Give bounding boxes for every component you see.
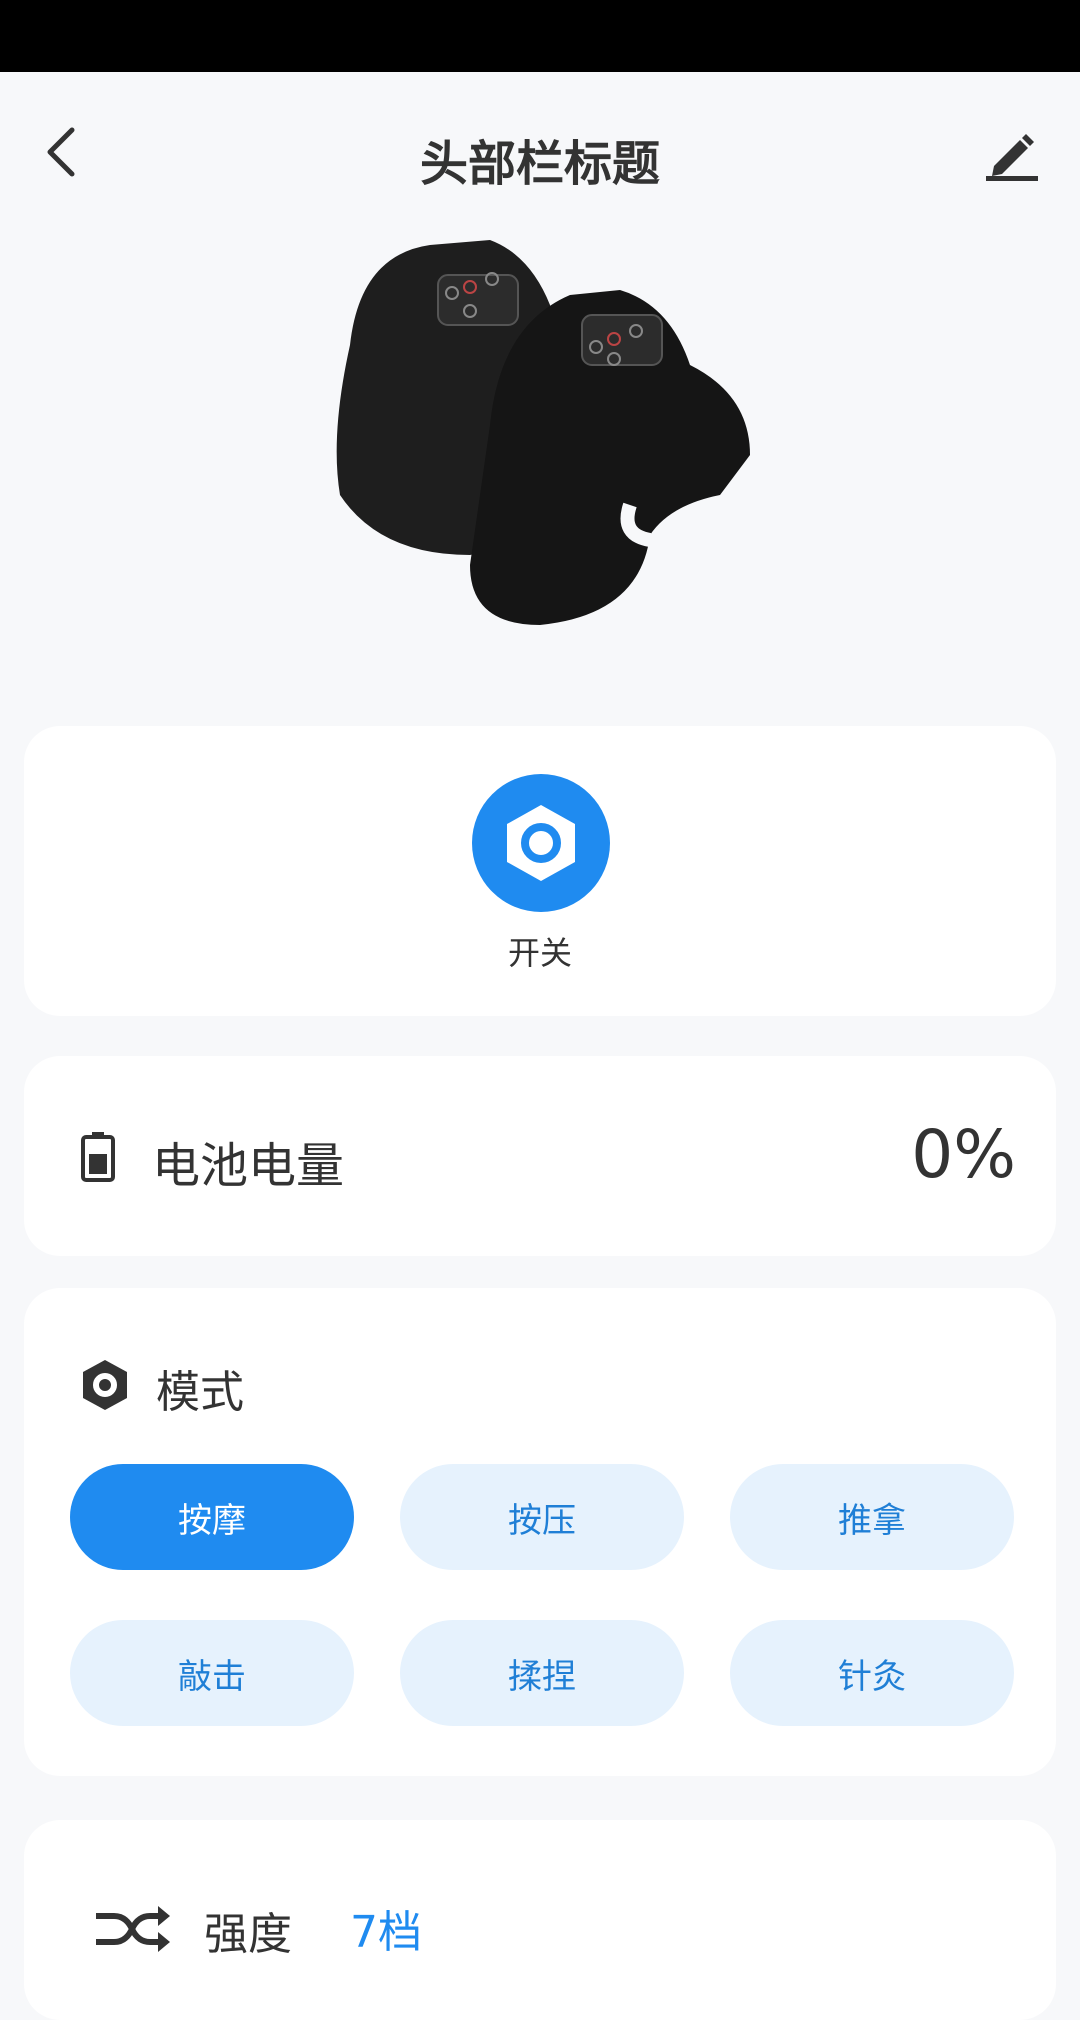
status-bar <box>0 0 1080 72</box>
mode-option-tuina[interactable]: 推拿 <box>730 1464 1014 1570</box>
power-button[interactable] <box>472 774 610 912</box>
strength-label: 强度 <box>204 1909 292 1960</box>
battery-label: 电池电量 <box>152 1138 345 1194</box>
mode-option-press[interactable]: 按压 <box>400 1464 684 1570</box>
strength-value: 7档 <box>350 1907 422 1958</box>
hexagon-power-icon <box>507 805 575 881</box>
mode-option-knead[interactable]: 揉捏 <box>400 1620 684 1726</box>
header-bar: 头部栏标题 <box>0 72 1080 242</box>
battery-icon <box>81 1132 115 1182</box>
mode-card: 模式 按摩 按压 推拿 敲击 揉捏 针灸 <box>24 1288 1056 1776</box>
power-card: 开关 <box>24 726 1056 1016</box>
strength-card[interactable]: 强度 7档 <box>24 1820 1056 2020</box>
power-label: 开关 <box>507 934 572 972</box>
mode-option-acupuncture[interactable]: 针灸 <box>730 1620 1014 1726</box>
pencil-icon <box>986 134 1038 181</box>
knee-massager-image <box>336 240 750 625</box>
battery-card: 电池电量 0% <box>24 1056 1056 1256</box>
page-title: 头部栏标题 <box>419 136 660 192</box>
shuffle-icon <box>96 1906 170 1952</box>
mode-label: 模式 <box>156 1367 244 1418</box>
edit-button[interactable] <box>980 122 1044 186</box>
product-image <box>320 235 760 635</box>
mode-option-tap[interactable]: 敲击 <box>70 1620 354 1726</box>
hexagon-nut-icon <box>83 1360 127 1410</box>
battery-value: 0% <box>911 1116 1016 1193</box>
mode-option-massage[interactable]: 按摩 <box>70 1464 354 1570</box>
